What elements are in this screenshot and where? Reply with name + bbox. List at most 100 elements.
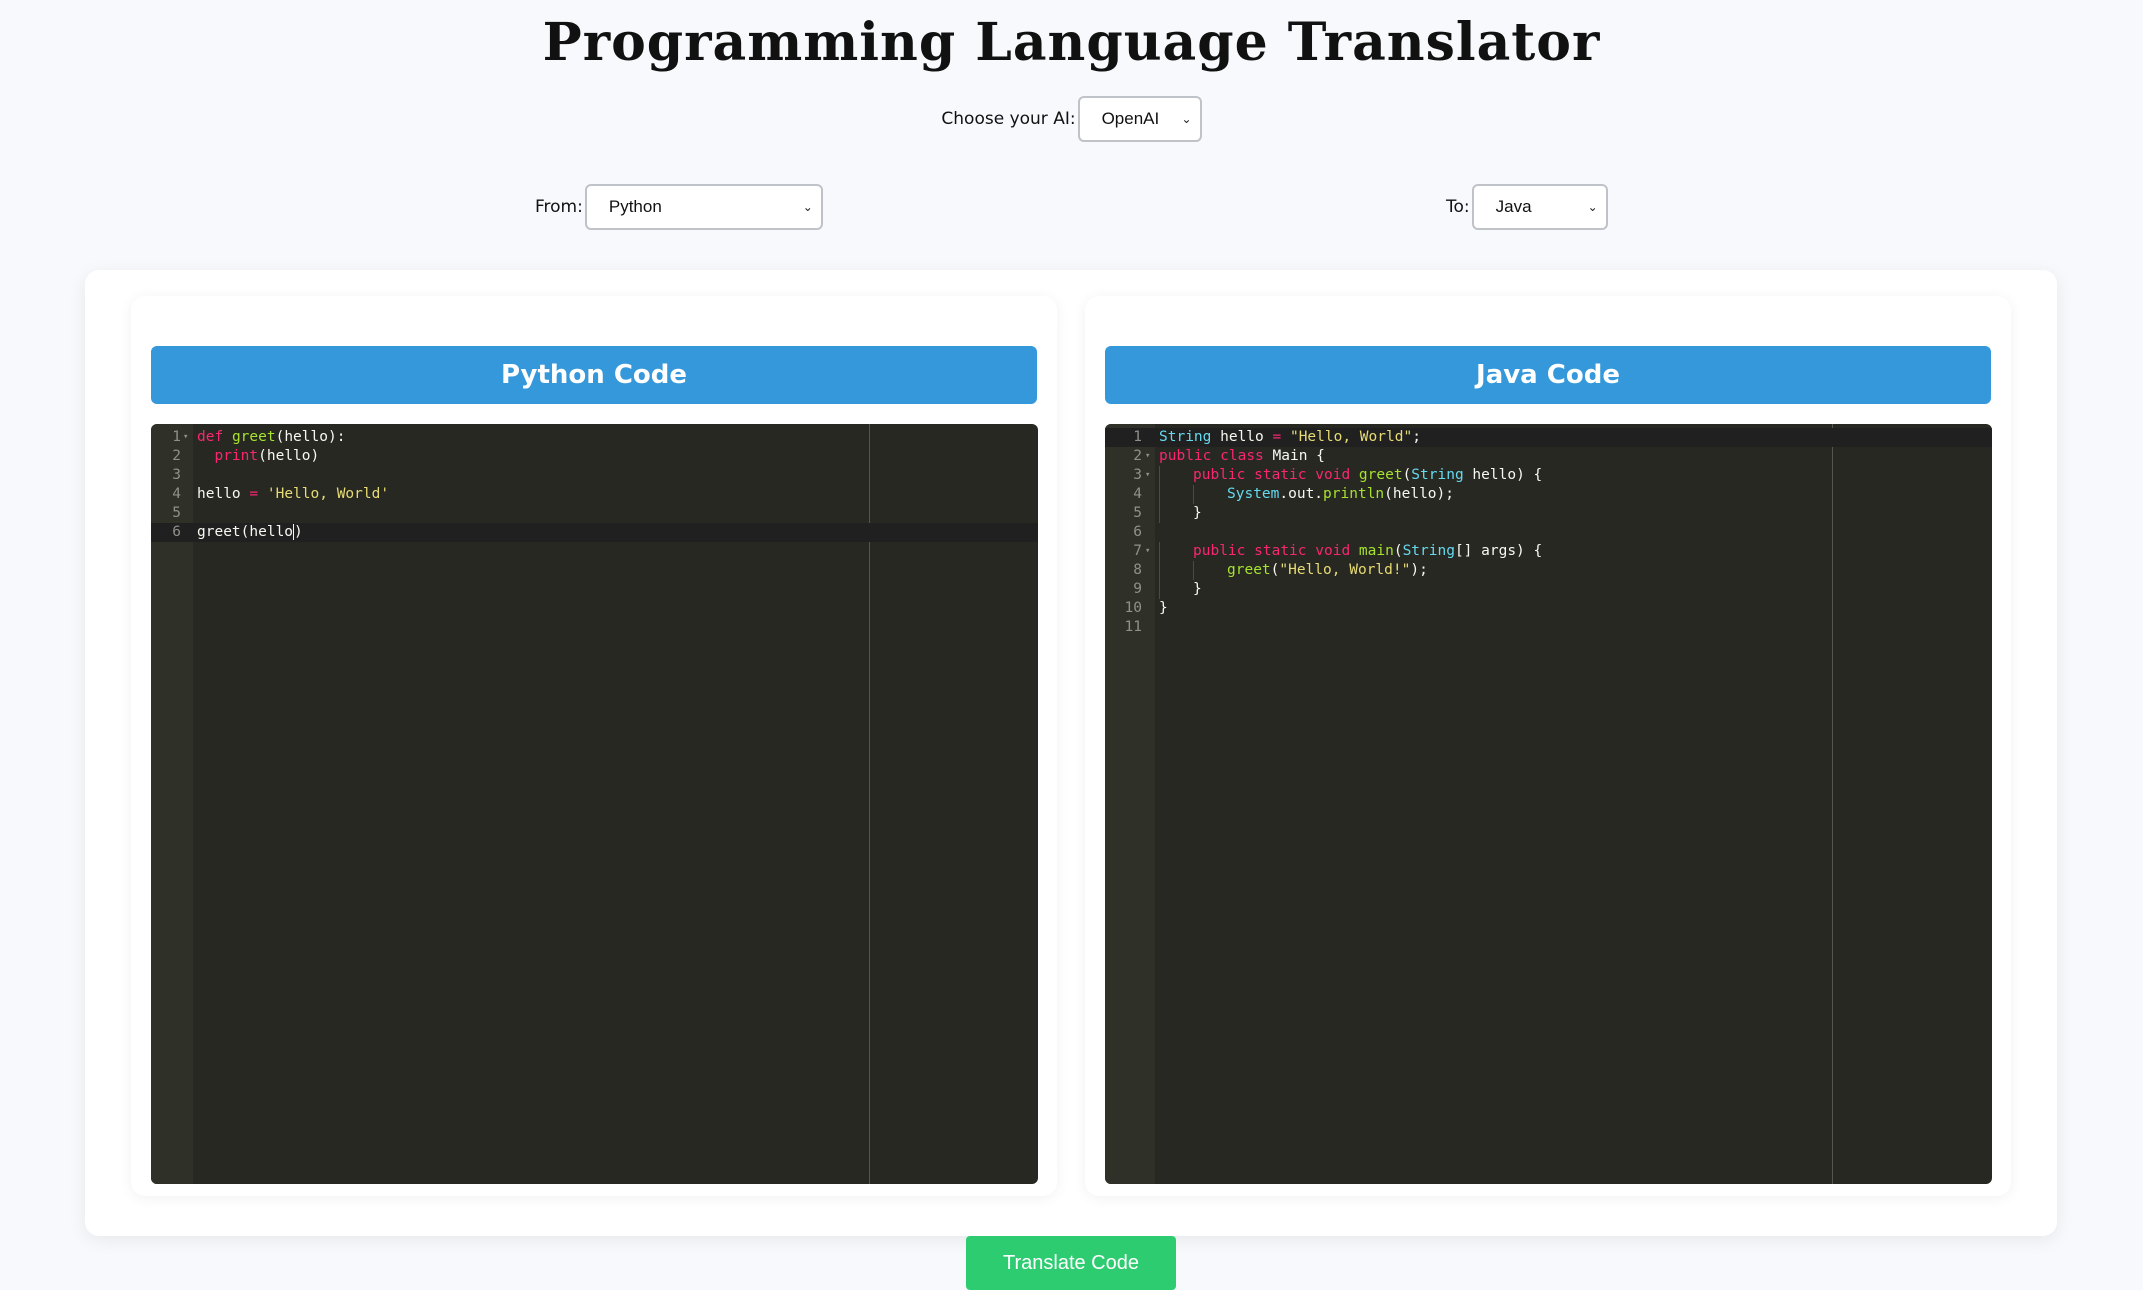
code-token: void [1315,467,1351,483]
page-title: Programming Language Translator [542,12,1601,73]
line-number: 2 [172,448,181,464]
code-token: greet [1358,467,1403,483]
to-label: To: [1446,197,1470,217]
code-token: String [1159,429,1212,445]
code-line: 11 [1105,618,1992,637]
code-token: hello [1211,429,1273,445]
target-code-editor[interactable]: 1 String hello = "Hello, World"; 2 ▾ public … [1105,424,1992,1184]
line-number: 3 [172,467,181,483]
code-text: } [1159,504,1202,523]
code-token: public [1193,467,1246,483]
indent-guide [1159,561,1193,580]
source-panel: Python Code 1 ▾ def greet(hello): 2 print(h… [131,296,1057,1196]
code-line: 5} [1105,504,1992,523]
code-token: println [1323,486,1385,502]
chevron-down-icon: ⌄ [802,200,813,214]
code-text: hello = 'Hello, World' [197,485,389,504]
code-token: String [1402,543,1455,559]
code-token: = [1272,429,1282,445]
code-token: ( [1402,467,1412,483]
fold-toggle-icon[interactable]: ▾ [183,428,188,447]
code-token: .out. [1279,486,1324,502]
code-token: } [1193,505,1202,521]
code-text: public static void main(String[] args) { [1159,542,1542,561]
code-text: public class Main { [1159,447,1325,466]
code-line: 1 ▾ def greet(hello): [151,428,1038,447]
fold-toggle-icon[interactable]: ▾ [1145,542,1150,561]
line-number: 1 [1133,429,1142,445]
code-token: ; [1412,429,1421,445]
source-code-editor[interactable]: 1 ▾ def greet(hello): 2 print(hello) 3 4 hello… [151,424,1038,1184]
code-token: String [1411,467,1464,483]
line-number: 8 [1133,562,1142,578]
line-number: 10 [1124,600,1142,616]
code-token: static [1254,543,1307,559]
code-text: def greet(hello): [197,428,345,447]
code-token: greet(hello [197,524,294,540]
code-text: greet("Hello, World!"); [1159,561,1428,580]
code-text: print(hello) [197,447,319,466]
indent-guide [1193,485,1227,504]
to-language-select[interactable]: Java ⌄ [1471,184,1608,230]
code-token: (hello); [1384,486,1454,502]
code-token: greet [231,429,276,445]
code-text: System.out.println(hello); [1159,485,1454,504]
code-token: ( [1393,543,1403,559]
ai-select-value: OpenAI [1101,109,1160,128]
translate-code-button[interactable]: Translate Code [966,1236,1176,1290]
ai-selector-label: Choose your AI: [941,109,1076,129]
from-selector-row: From: Python ⌄ [535,184,823,230]
line-number: 5 [172,505,181,521]
fold-toggle-icon[interactable]: ▾ [1145,447,1150,466]
code-token: def [197,429,224,445]
code-token: hello [197,486,250,502]
line-number: 6 [172,524,181,540]
code-token: hello) { [1463,467,1543,483]
code-token: } [1159,600,1168,616]
code-token: public [1159,448,1212,464]
code-token: class [1220,448,1264,464]
code-token: public [1193,543,1246,559]
code-token: main [1358,543,1394,559]
ai-select[interactable]: OpenAI ⌄ [1077,96,1202,142]
chevron-down-icon: ⌄ [1181,112,1192,126]
line-number: 4 [1133,486,1142,502]
chevron-down-icon: ⌄ [1587,200,1598,214]
line-number: 6 [1133,524,1142,540]
code-text: } [1159,599,1168,618]
code-text: } [1159,580,1202,599]
code-token: Main { [1263,448,1325,464]
line-number: 3 [1133,467,1142,483]
from-language-select[interactable]: Python ⌄ [584,184,823,230]
to-selector-row: To: Java ⌄ [1446,184,1608,230]
fold-toggle-icon[interactable]: ▾ [1145,466,1150,485]
code-line: 4 System.out.println(hello); [1105,485,1992,504]
code-line: 2 ▾ public class Main { [1105,447,1992,466]
from-label: From: [535,197,583,217]
code-token: (hello) [258,448,320,464]
code-token: greet [1227,562,1271,578]
code-line: 4 hello = 'Hello, World' [151,485,1038,504]
code-text: String hello = "Hello, World"; [1159,428,1421,447]
indent-guide [1159,580,1193,599]
indent-guide [1159,504,1193,523]
code-token: = [249,486,259,502]
code-token: void [1315,543,1351,559]
code-token: print [214,448,259,464]
line-number: 1 [172,429,181,445]
source-panel-title: Python Code [151,346,1037,404]
to-language-value: Java [1495,197,1532,216]
code-line: 6 [1105,523,1992,542]
indent-guide [1159,466,1193,485]
code-text: greet(hello) [197,523,303,542]
code-line: 3 [151,466,1038,485]
